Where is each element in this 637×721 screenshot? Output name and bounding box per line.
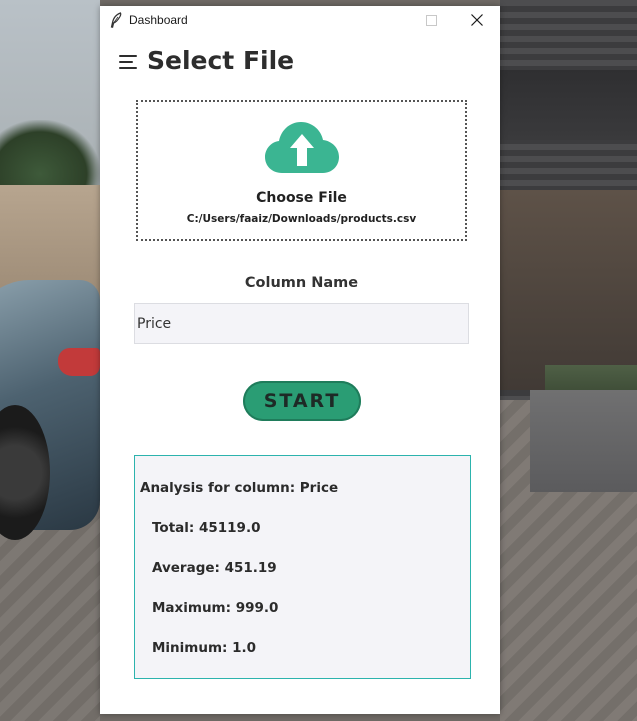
analysis-results-panel: Analysis for column: Price Total: 45119.…	[134, 455, 471, 679]
close-icon	[471, 14, 483, 26]
choose-file-label: Choose File	[256, 190, 347, 206]
file-dropzone[interactable]: Choose File C:/Users/faaiz/Downloads/pro…	[136, 100, 467, 241]
title-bar[interactable]: Dashboard	[100, 6, 500, 34]
background-building-glass	[500, 190, 637, 390]
dashboard-window: Dashboard Select File Choose File C:/Use…	[100, 6, 500, 714]
result-average: Average: 451.19	[152, 560, 277, 576]
page-title: Select File	[147, 46, 295, 75]
selected-file-path: C:/Users/faaiz/Downloads/products.csv	[186, 213, 417, 225]
analysis-heading: Analysis for column: Price	[140, 480, 339, 496]
column-name-input[interactable]	[134, 303, 469, 344]
cloud-upload-icon	[265, 122, 339, 173]
close-button[interactable]	[454, 6, 500, 34]
background-car-taillight	[58, 348, 100, 376]
feather-icon	[110, 12, 122, 28]
column-name-label: Column Name	[244, 275, 359, 291]
background-planter	[530, 390, 637, 492]
hamburger-menu-icon[interactable]	[119, 54, 137, 70]
background-building-floor	[500, 70, 637, 140]
result-maximum: Maximum: 999.0	[152, 600, 279, 616]
maximize-icon	[425, 14, 437, 26]
result-minimum: Minimum: 1.0	[152, 640, 257, 656]
maximize-button[interactable]	[408, 6, 454, 34]
result-total: Total: 45119.0	[152, 520, 261, 536]
window-title: Dashboard	[129, 13, 188, 27]
start-button[interactable]: START	[243, 381, 361, 421]
minimize-icon	[379, 19, 391, 21]
minimize-button[interactable]	[362, 6, 408, 34]
